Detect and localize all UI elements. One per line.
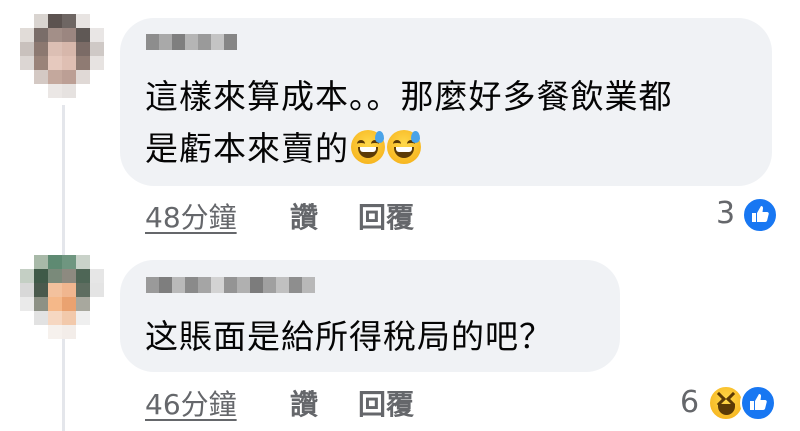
commenter-name-blurred[interactable] xyxy=(146,277,315,293)
comment-timestamp[interactable]: 48分鐘 xyxy=(145,201,237,234)
comment-text: 這樣來算成本。。那麼好多餐飲業都 xyxy=(145,77,673,116)
comment-text-line2: 是虧本來賣的 xyxy=(145,122,421,176)
commenter-name-blurred[interactable] xyxy=(146,34,237,50)
comment-meta: 48分鐘 讚 回覆 xyxy=(145,196,485,236)
reply-button[interactable]: 回覆 xyxy=(358,196,414,236)
like-icon[interactable] xyxy=(740,385,776,421)
avatar[interactable] xyxy=(20,255,104,339)
like-button[interactable]: 讚 xyxy=(290,196,318,236)
grinning-sweat-emoji xyxy=(387,130,421,164)
reply-button[interactable]: 回覆 xyxy=(358,383,414,423)
comment-timestamp[interactable]: 46分鐘 xyxy=(145,388,237,421)
reaction-count[interactable]: 3 xyxy=(716,196,735,231)
reaction-count[interactable]: 6 xyxy=(680,385,699,420)
comment-meta: 46分鐘 讚 回覆 xyxy=(145,383,485,423)
haha-icon[interactable] xyxy=(708,385,744,421)
avatar[interactable] xyxy=(20,14,104,98)
like-button[interactable]: 讚 xyxy=(290,383,318,423)
like-icon[interactable] xyxy=(742,197,778,233)
grinning-sweat-emoji xyxy=(351,130,385,164)
comment-text: 这賬面是給所得稅局的吧？ xyxy=(145,317,553,356)
